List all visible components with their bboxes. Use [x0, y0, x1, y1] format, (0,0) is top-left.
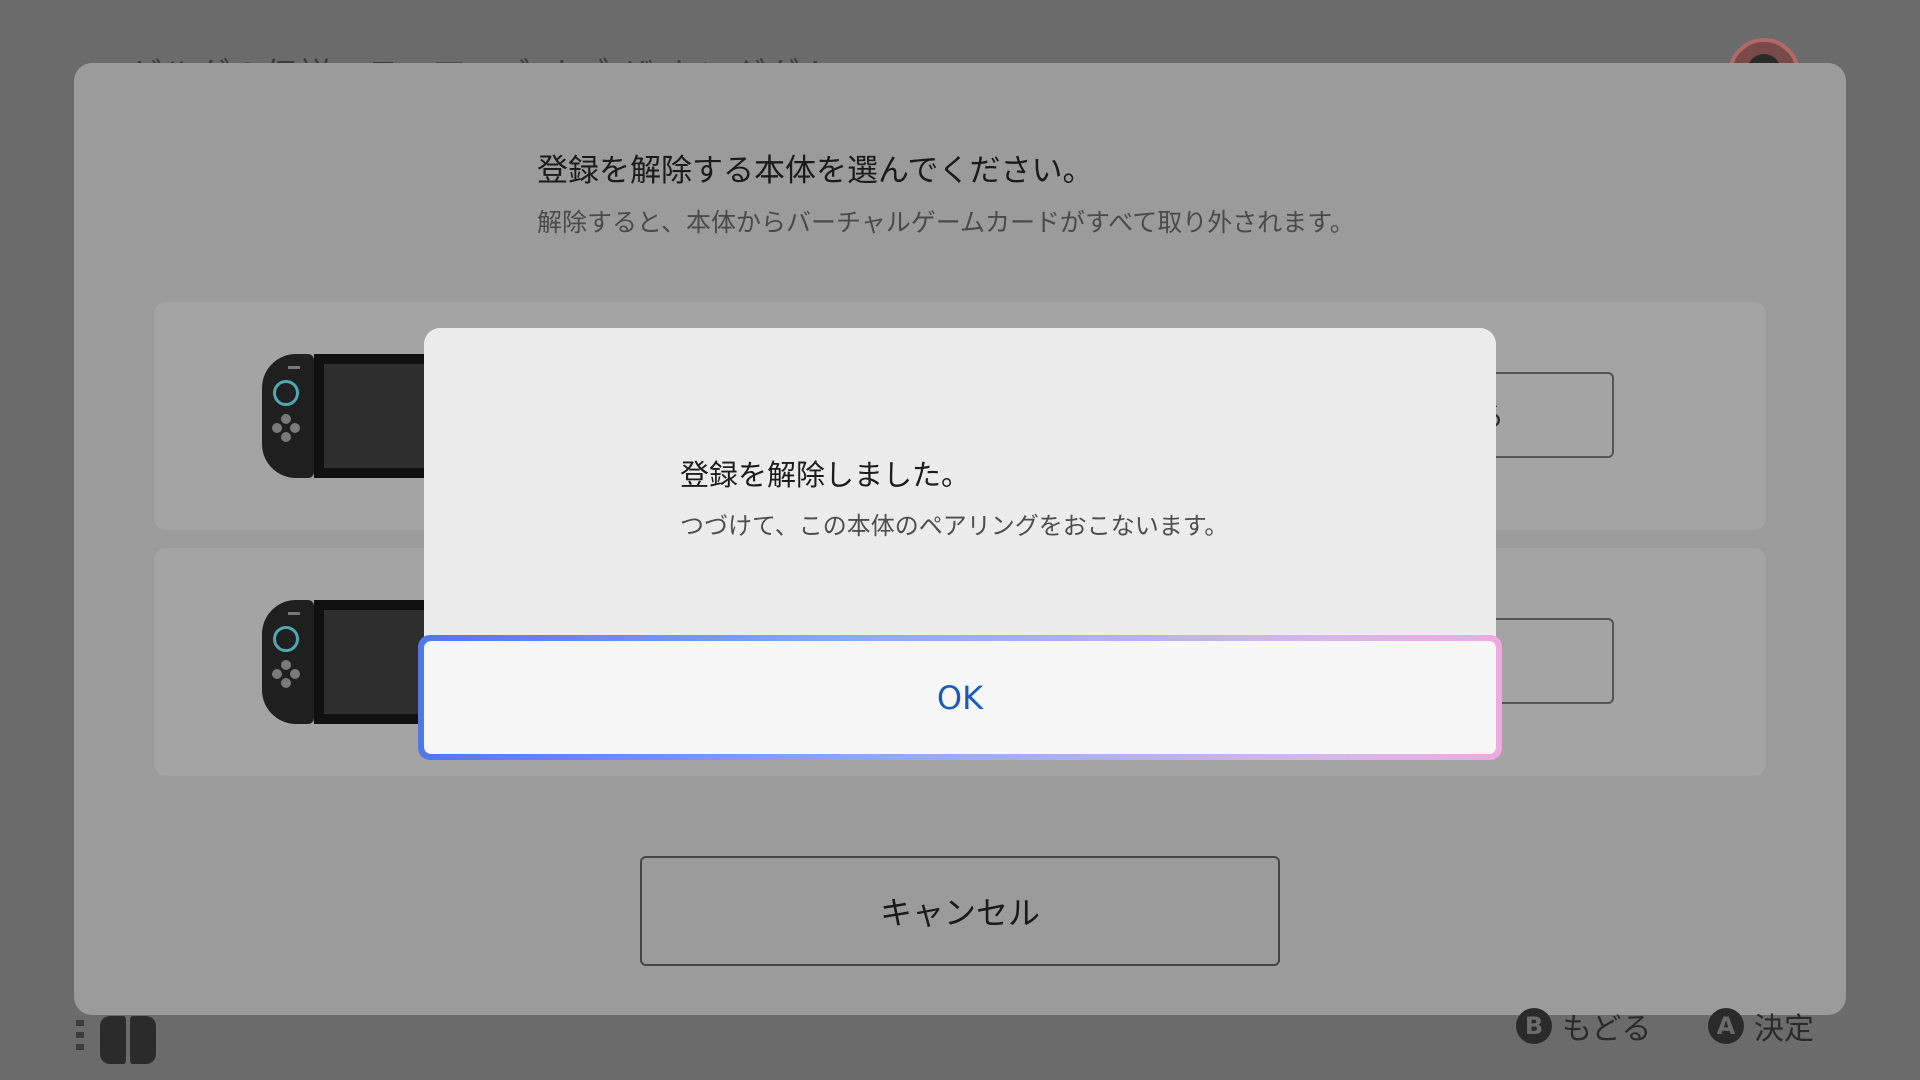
b-button-icon: B [1516, 1008, 1552, 1044]
ok-button-focus-ring: OK [418, 635, 1502, 760]
a-button-icon: A [1708, 1008, 1744, 1044]
dialog-title: 登録を解除しました。 [680, 458, 971, 492]
confirm-hint-label: 決定 [1754, 1012, 1814, 1047]
confirm-hint[interactable]: A 決定 [1708, 1004, 1814, 1048]
screen: ゼルダの伝説 ティアーズ オブ ザ キングダム 登録を解除する本体を選んでくださ… [0, 0, 1920, 1080]
dialog-message: つづけて、この本体のペアリングをおこないます。 [680, 512, 1229, 540]
back-hint[interactable]: B もどる [1516, 1004, 1651, 1048]
sheet-title: 登録を解除する本体を選んでください。 [537, 153, 1094, 189]
unregistered-dialog: 登録を解除しました。 つづけて、この本体のペアリングをおこないます。 OK [418, 328, 1502, 760]
sheet-subtitle: 解除すると、本体からバーチャルゲームカードがすべて取り外されます。 [537, 208, 1355, 237]
ok-button[interactable]: OK [424, 641, 1496, 754]
back-hint-label: もどる [1562, 1012, 1652, 1047]
joycon-icon [76, 1012, 166, 1064]
cancel-button[interactable]: キャンセル [640, 856, 1280, 966]
